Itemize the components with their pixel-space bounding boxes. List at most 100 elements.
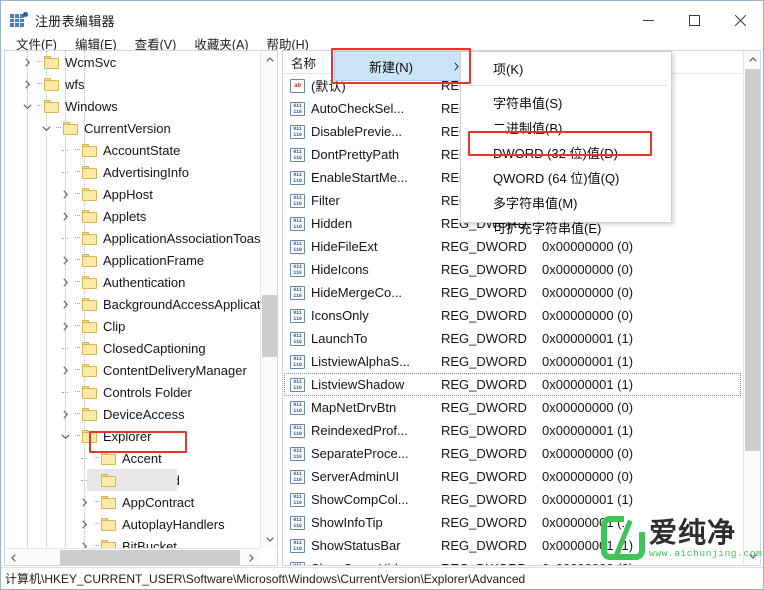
dword-value-icon: 011110 [290, 400, 305, 415]
tree-item-label: Accent [122, 450, 162, 466]
chevron-right-icon[interactable] [57, 183, 73, 205]
folder-icon [101, 517, 117, 531]
value-row[interactable]: 011 110 HideIcons REG_DWORD 0x00000000 (0) [283, 258, 743, 281]
tree-item[interactable]: ApplicationFrame [5, 249, 261, 271]
value-row[interactable]: 011 110 LaunchTo REG_DWORD 0x00000001 (1) [283, 327, 743, 350]
tree-item[interactable]: ContentDeliveryManager [5, 359, 261, 381]
value-data-cell: 0x00000000 (0) [542, 400, 634, 415]
tree-item[interactable]: AdvertisingInfo [5, 161, 261, 183]
list-vertical-scrollbar[interactable] [743, 51, 760, 565]
tree-item-label: WcmSvc [65, 54, 117, 70]
context-menu-item[interactable]: 项(K) [461, 56, 671, 81]
tree-item[interactable]: DeviceAccess [5, 403, 261, 425]
list-scroll-thumb[interactable] [745, 69, 760, 451]
tree-item[interactable]: Windows [5, 95, 261, 117]
tree-item[interactable]: wfs [5, 73, 261, 95]
tree-item[interactable]: Accent [5, 447, 261, 469]
tree-item[interactable]: CurrentVersion [5, 117, 261, 139]
tree-scroll-down-button[interactable] [261, 531, 277, 548]
tree-item[interactable]: AppHost [5, 183, 261, 205]
chevron-down-icon[interactable] [38, 117, 54, 139]
context-menu-new-submenu[interactable]: 项(K) 字符串值(S) 二进制值(B) DWORD (32 位)值(D) QWORD … [460, 51, 672, 236]
tree-item[interactable]: BackgroundAccessApplicati [5, 293, 261, 315]
value-row[interactable]: 011 110 ReindexedProf... REG_DWORD 0x0000000… [283, 419, 743, 442]
chevron-right-icon[interactable] [19, 51, 35, 73]
chevron-right-icon[interactable] [57, 315, 73, 337]
value-row[interactable]: 011 110 MapNetDrvBtn REG_DWORD 0x00000000 (0… [283, 396, 743, 419]
value-row[interactable]: 011 110 ListviewAlphaS... REG_DWORD 0x000000… [283, 350, 743, 373]
value-name-cell: HideFileExt [311, 239, 378, 254]
context-menu-item[interactable]: 多字符串值(M) [461, 190, 671, 215]
value-row[interactable]: 011 110 IconsOnly REG_DWORD 0x00000000 (0) [283, 304, 743, 327]
value-name-cell: ReindexedProf... [311, 423, 408, 438]
tree-leaf-marker [76, 447, 92, 469]
chevron-right-icon[interactable] [57, 205, 73, 227]
chevron-right-icon[interactable] [57, 271, 73, 293]
chevron-right-icon[interactable] [19, 73, 35, 95]
value-name-cell: ServerAdminUI [311, 469, 400, 484]
value-name-cell: MapNetDrvBtn [311, 400, 397, 415]
tree-horizontal-scrollbar[interactable] [5, 548, 260, 565]
tree-item[interactable]: AccountState [5, 139, 261, 161]
value-row[interactable]: 011 110 SeparateProce... REG_DWORD 0x0000000… [283, 442, 743, 465]
tree-item[interactable]: Explorer [5, 425, 261, 447]
tree-item-label: DeviceAccess [103, 406, 185, 422]
chevron-right-icon[interactable] [57, 249, 73, 271]
dword-value-icon: 011110 [290, 538, 305, 553]
tree-leaf-marker [57, 337, 73, 359]
dword-value-icon: 011110 [290, 561, 305, 565]
chevron-right-icon[interactable] [76, 513, 92, 535]
chevron-down-icon[interactable] [57, 425, 73, 447]
tree-scroll-left-button[interactable] [5, 549, 22, 565]
tree-scroll-up-button[interactable] [261, 51, 277, 68]
status-bar-path: 计算机\HKEY_CURRENT_USER\Software\Microsoft… [5, 572, 526, 586]
chevron-down-icon[interactable] [19, 95, 35, 117]
folder-icon [82, 187, 98, 201]
tree-item[interactable]: Controls Folder [5, 381, 261, 403]
registry-tree[interactable]: WcmSvc wfs Windows CurrentVersion AccountSta… [5, 51, 261, 549]
value-row[interactable]: 011 110 ServerAdminUI REG_DWORD 0x00000000 (… [283, 465, 743, 488]
value-data-cell: 0x00000000 (0) [542, 239, 634, 254]
value-row[interactable]: 011 110 HideMergeCo... REG_DWORD 0x00000000 … [283, 281, 743, 304]
context-menu-item[interactable]: 字符串值(S) [461, 90, 671, 115]
tree-connector [73, 161, 82, 183]
tree-item[interactable]: Clip [5, 315, 261, 337]
dword-value-icon: 011110 [290, 239, 305, 254]
tree-item[interactable]: BitBucket [5, 535, 261, 549]
list-scroll-up-button[interactable] [744, 51, 760, 68]
folder-icon [82, 275, 98, 289]
chevron-right-icon[interactable] [57, 293, 73, 315]
value-row[interactable]: 011 110 ShowCompCol... REG_DWORD 0x00000001 … [283, 488, 743, 511]
tree-item-label: BackgroundAccessApplicati [103, 296, 261, 312]
tree-item[interactable]: ClosedCaptioning [5, 337, 261, 359]
chevron-right-icon[interactable] [76, 491, 92, 513]
tree-hscroll-thumb[interactable] [60, 550, 240, 565]
tree-item[interactable]: WcmSvc [5, 51, 261, 73]
context-menu-item[interactable]: 二进制值(B) [461, 115, 671, 140]
value-row[interactable]: 011 110 ListviewShadow REG_DWORD 0x00000001 … [283, 373, 743, 396]
tree-item-label: AccountState [103, 142, 181, 158]
tree-item-selected[interactable]: Advanced [5, 469, 261, 491]
tree-item[interactable]: ApplicationAssociationToast [5, 227, 261, 249]
tree-scroll-thumb[interactable] [262, 295, 277, 357]
tree-item[interactable]: Applets [5, 205, 261, 227]
tree-item[interactable]: Authentication [5, 271, 261, 293]
chevron-right-icon[interactable] [57, 403, 73, 425]
tree-item-label: AutoplayHandlers [122, 516, 225, 532]
tree-item[interactable]: AppContract [5, 491, 261, 513]
tree-connector [73, 139, 82, 161]
tree-connector [73, 381, 82, 403]
tree-item[interactable]: AutoplayHandlers [5, 513, 261, 535]
dword-value-icon: 011110 [290, 170, 305, 185]
value-name-cell: ShowSuperHid... [311, 561, 423, 565]
folder-icon [82, 165, 98, 179]
tree-connector [73, 403, 82, 425]
context-menu-item[interactable]: DWORD (32 位)值(D) [461, 140, 671, 165]
chevron-right-icon[interactable] [57, 359, 73, 381]
tree-scroll-right-button[interactable] [243, 549, 260, 565]
context-menu-item[interactable]: QWORD (64 位)值(Q) [461, 165, 671, 190]
chevron-right-icon[interactable] [76, 535, 92, 549]
context-menu-item-new[interactable]: 新建(N) [334, 51, 466, 81]
tree-vertical-scrollbar[interactable] [260, 51, 277, 548]
context-menu-item[interactable]: 可扩充字符串值(E) [461, 215, 671, 240]
